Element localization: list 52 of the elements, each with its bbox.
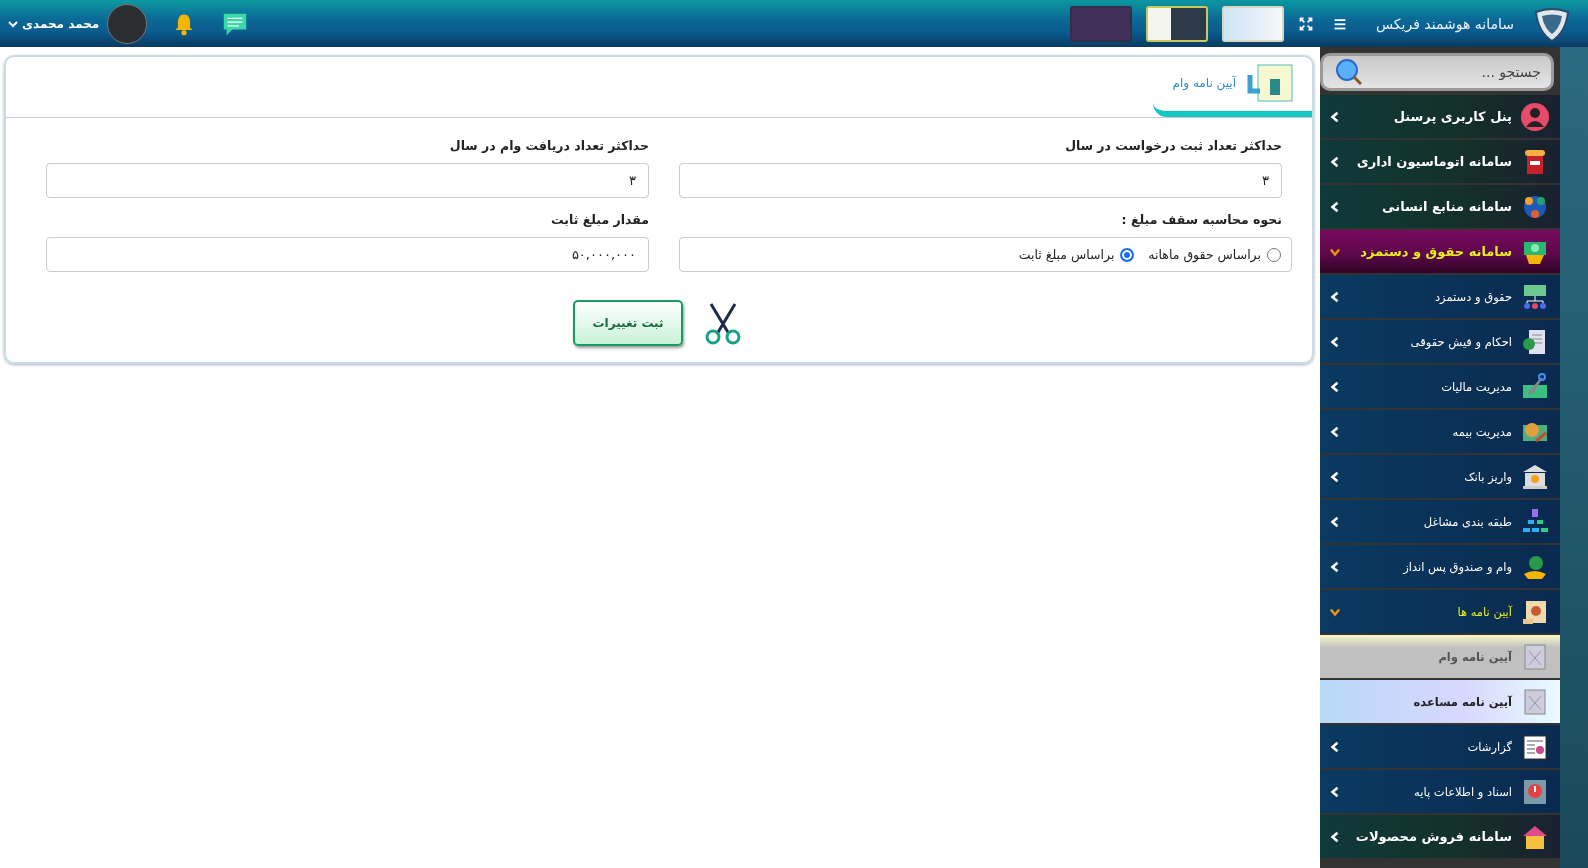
field-label: حداکثر تعداد ثبت درخواست در سال bbox=[1064, 138, 1282, 153]
chevron-left-icon bbox=[1330, 425, 1340, 438]
search-field[interactable]: جستجو ... bbox=[1320, 53, 1554, 91]
chevron-left-icon bbox=[1330, 785, 1340, 798]
sidebar-item[interactable]: سامانه حقوق و دستمزد bbox=[1320, 230, 1560, 273]
sidebar-item[interactable]: آیین نامه مساعده bbox=[1320, 680, 1560, 723]
sidebar-item[interactable]: پنل کاربری پرسنل bbox=[1320, 95, 1560, 138]
input-field[interactable]: ۳ bbox=[46, 163, 649, 198]
option-label: براساس حقوق ماهانه bbox=[1148, 247, 1261, 262]
sidebar-item[interactable]: گزارشات bbox=[1320, 725, 1560, 768]
sidebar-item[interactable]: سامانه منابع انسانی bbox=[1320, 185, 1560, 228]
sidebar-item[interactable]: آیین نامه وام bbox=[1320, 635, 1560, 678]
field-label: نحوه محاسبه سقف مبلغ : bbox=[1120, 212, 1282, 227]
chevron-left-icon bbox=[1330, 200, 1340, 213]
sidebar-item[interactable]: سامانه اتوماسیون اداری bbox=[1320, 140, 1560, 183]
input-field[interactable]: ۳ bbox=[679, 163, 1282, 198]
submit-button[interactable]: ثبت تغییرات bbox=[573, 300, 683, 346]
field-label: حداکثر تعداد دریافت وام در سال bbox=[448, 138, 649, 153]
radio-button[interactable] bbox=[1267, 247, 1281, 262]
option-label: براساس مبلغ ثابت bbox=[1018, 247, 1115, 262]
chevron-left-icon bbox=[1330, 515, 1340, 528]
sidebar-item[interactable]: آیین نامه ها bbox=[1320, 590, 1560, 633]
sidebar-item[interactable]: سامانه فروش محصولات bbox=[1320, 815, 1560, 858]
sidebar-item[interactable]: احکام و فیش حقوقی bbox=[1320, 320, 1560, 363]
sidebar-item[interactable]: مدیریت بیمه bbox=[1320, 410, 1560, 453]
chevron-left-icon bbox=[1330, 560, 1340, 573]
avatar[interactable] bbox=[107, 3, 148, 44]
chevron-left-icon bbox=[1330, 380, 1340, 393]
page-tab[interactable]: آیین نامه وام bbox=[1152, 61, 1312, 117]
input-field[interactable]: ۵۰,۰۰۰,۰۰۰ bbox=[46, 237, 649, 272]
user-menu[interactable]: محمد محمدی bbox=[8, 16, 100, 31]
radio-button[interactable] bbox=[1120, 247, 1135, 262]
sidebar-item[interactable]: اسناد و اطلاعات پایه bbox=[1320, 770, 1560, 813]
sidebar-item[interactable]: حقوق و دستمزد bbox=[1320, 275, 1560, 318]
chevron-left-icon bbox=[1330, 470, 1340, 483]
person-icon bbox=[1520, 101, 1550, 132]
sidebar-item[interactable]: واریز بانک bbox=[1320, 455, 1560, 498]
sidebar-item[interactable]: وام و صندوق پس انداز bbox=[1320, 545, 1560, 588]
sidebar-item[interactable]: مدیریت مالیات bbox=[1320, 365, 1560, 408]
chevron-left-icon bbox=[1330, 290, 1340, 303]
chevron-left-icon bbox=[1330, 830, 1340, 843]
scrollbar[interactable] bbox=[1560, 47, 1588, 868]
sidebar-item[interactable]: طبقه بندی مشاغل bbox=[1320, 500, 1560, 543]
theme-thumbnail[interactable] bbox=[1070, 5, 1132, 42]
app-title: سامانه هوشمند فریکس bbox=[1376, 15, 1514, 32]
chevron-left-icon bbox=[1330, 110, 1340, 123]
field-label: مقدار مبلغ ثابت bbox=[550, 212, 649, 227]
chevron-left-icon bbox=[1330, 740, 1340, 753]
fullscreen-icon[interactable] bbox=[1298, 15, 1314, 32]
chevron-left-icon bbox=[1330, 335, 1340, 348]
search-icon[interactable] bbox=[1334, 57, 1364, 87]
chevron-left-icon bbox=[1330, 155, 1340, 168]
